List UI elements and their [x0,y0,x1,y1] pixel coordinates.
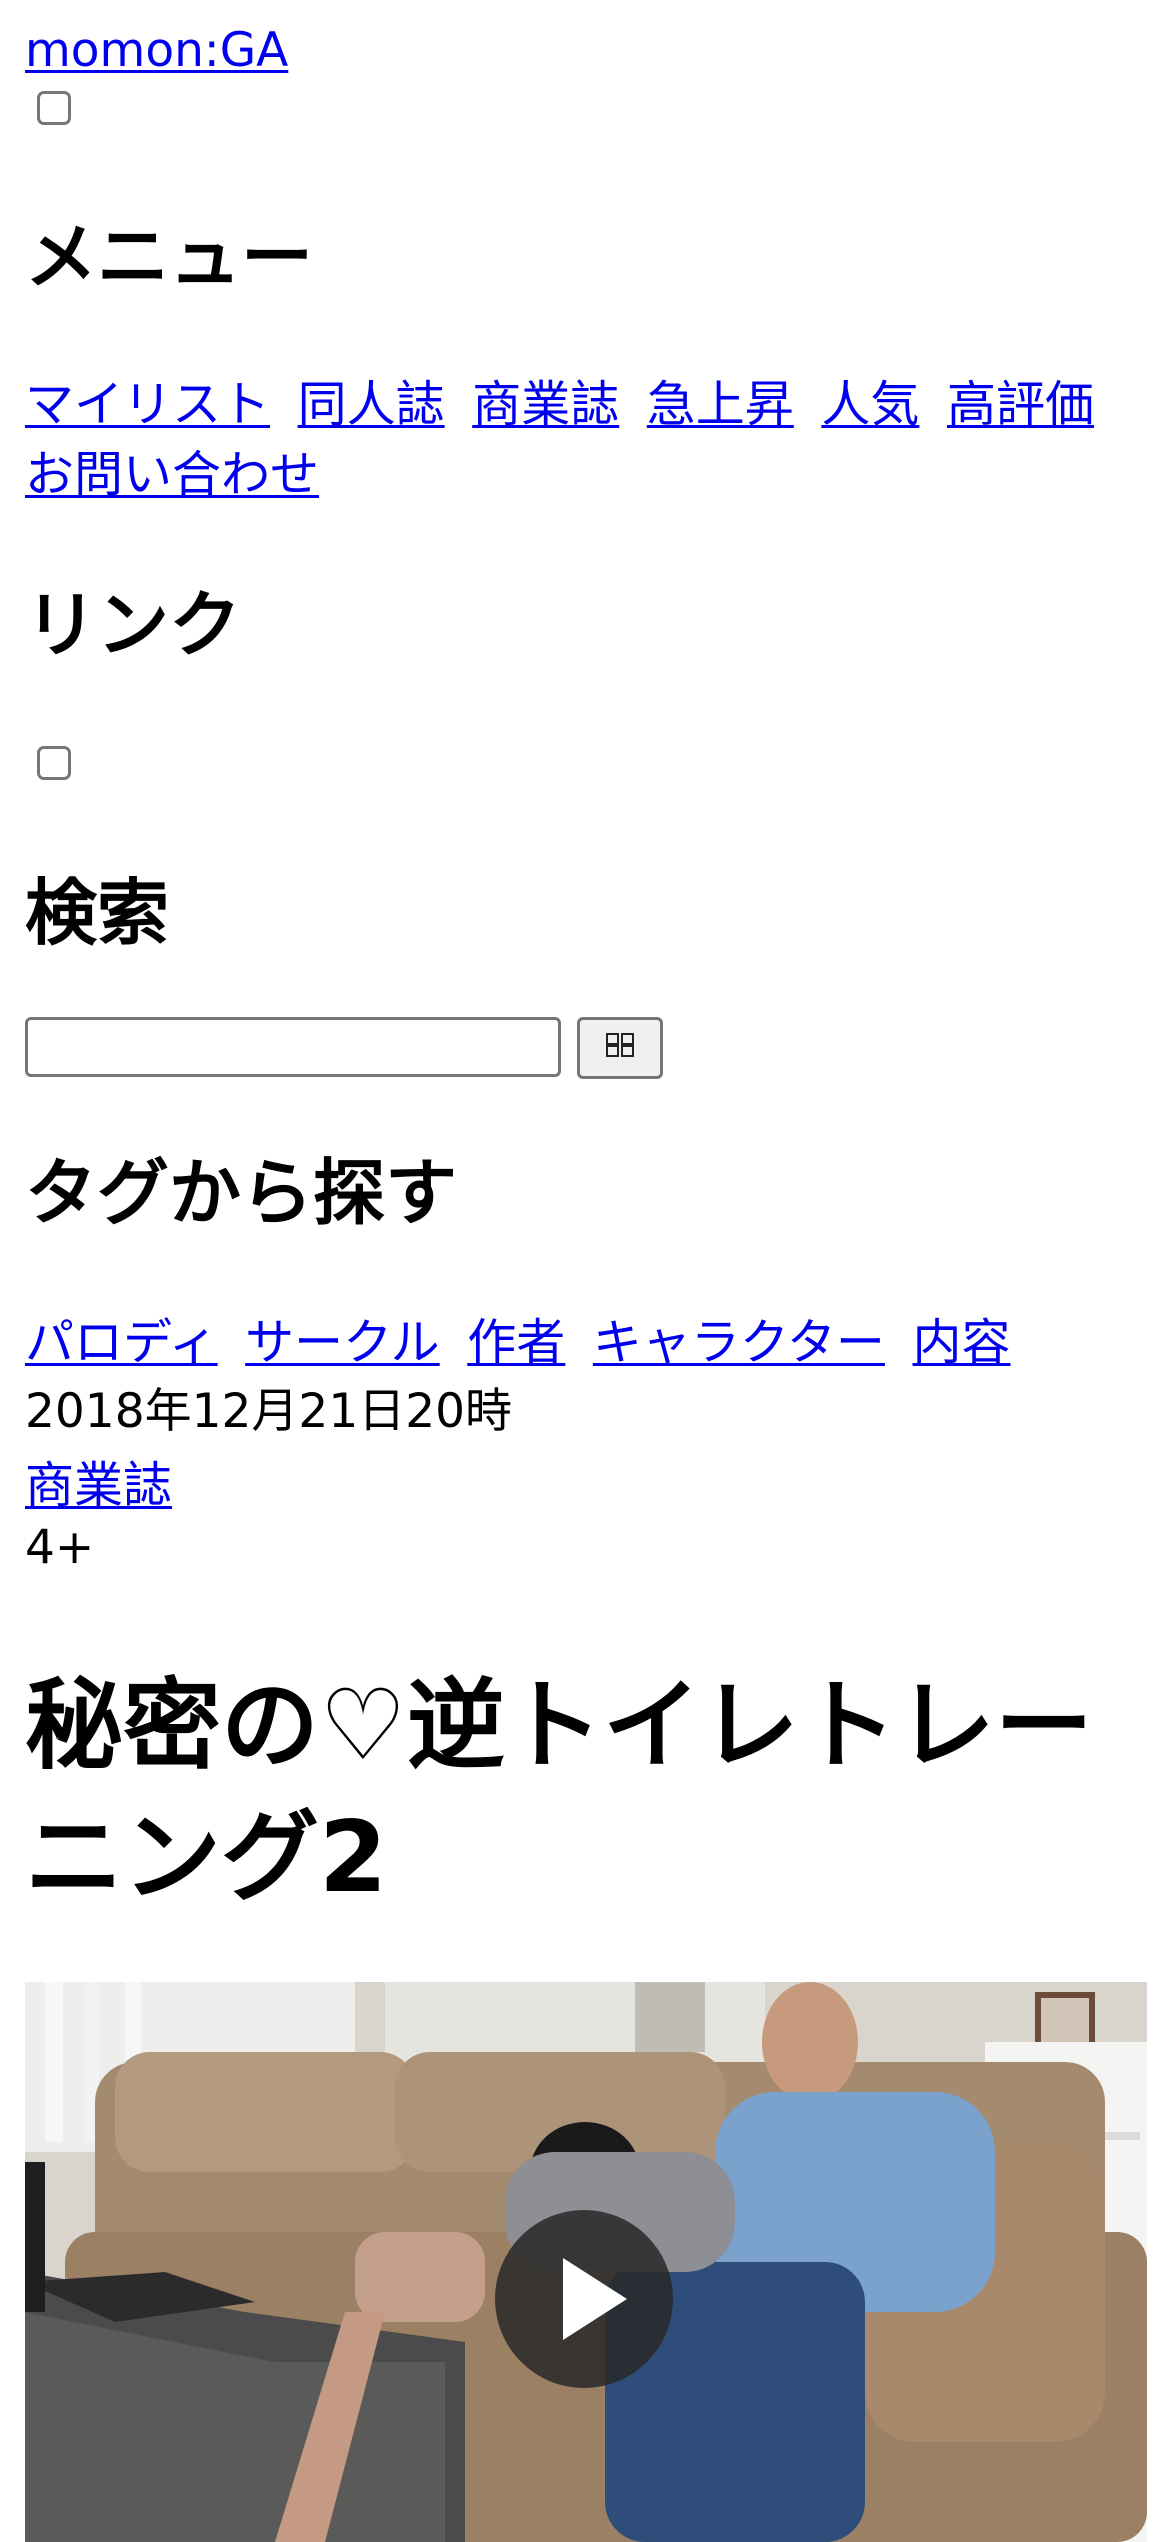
post-date: 2018年12月21日20時 [25,1384,513,1439]
site-title-link[interactable]: momon:GA [25,22,288,80]
menu-item-top-rated[interactable]: 高評価 [947,376,1094,433]
menu-nav: マイリスト 同人誌 商業誌 急上昇 人気 高評価 お問い合わせ [25,370,1155,510]
search-heading: 検索 [25,871,170,955]
menu-item-mylist[interactable]: マイリスト [25,376,270,433]
post-category-link[interactable]: 商業誌 [25,1455,172,1517]
tags-heading: タグから探す [25,1151,458,1235]
menu-item-popular[interactable]: 人気 [821,376,919,433]
tag-author[interactable]: 作者 [467,1314,565,1371]
video-player[interactable] [25,1982,1147,2542]
tag-parody[interactable]: パロディ [25,1314,218,1371]
links-heading: リンク [25,583,242,667]
post-title: 秘密の♡逆トイレトレーニング2 [25,1669,1093,1915]
tag-circle[interactable]: サークル [245,1314,440,1371]
menu-item-trending[interactable]: 急上昇 [647,376,794,433]
menu-item-contact[interactable]: お問い合わせ [25,446,319,503]
search-input[interactable] [25,1017,561,1077]
menu-item-commercial[interactable]: 商業誌 [472,376,619,433]
tag-nav: パロディ サークル 作者 キャラクター 内容 [25,1308,1155,1378]
menu-heading: メニュー [25,215,314,299]
play-icon[interactable] [495,2210,673,2388]
menu-toggle-checkbox[interactable] [37,91,71,125]
search-glyph-icon [603,1031,637,1066]
tag-character[interactable]: キャラクター [593,1314,885,1371]
post-age-rating: 4+ [25,1520,95,1575]
menu-item-doujinshi[interactable]: 同人誌 [298,376,445,433]
search-button[interactable] [577,1017,663,1079]
tag-content[interactable]: 内容 [912,1314,1010,1371]
links-toggle-checkbox[interactable] [37,746,71,780]
